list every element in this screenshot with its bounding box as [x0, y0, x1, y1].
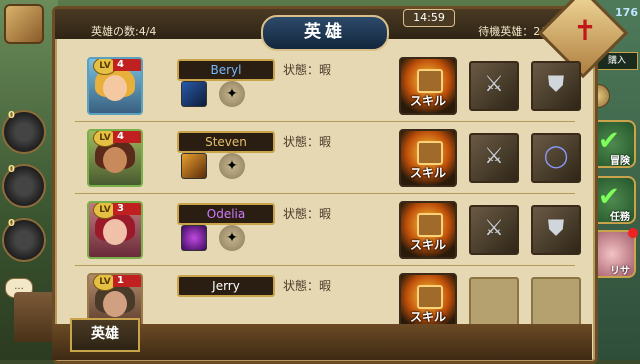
- hero-level: 3: [113, 203, 141, 215]
- lock-icon: [417, 213, 443, 237]
- row-divider: [75, 193, 575, 194]
- sword-icon: ⚔: [484, 144, 504, 169]
- tab-heroes[interactable]: 英雄: [70, 318, 140, 352]
- skill-button[interactable]: スキル: [399, 57, 457, 115]
- ability-slot-icon[interactable]: ✦: [219, 81, 245, 107]
- ability-slot-icon[interactable]: ✦: [219, 153, 245, 179]
- armor-slot[interactable]: ⛊: [531, 205, 581, 255]
- ability-slot-icon[interactable]: ✦: [219, 225, 245, 251]
- quest-label: 任務: [610, 212, 630, 223]
- hero-panel: 英雄の数:4/4 英雄 14:59 待機英雄：2/3 ✝ LV 4 Beryl …: [52, 0, 629, 364]
- hero-face: [103, 147, 127, 173]
- hero-row[interactable]: LV 4 Steven 状態：暇 ✦ スキル ⚔ ◯: [79, 125, 581, 189]
- hero-face: [103, 291, 127, 317]
- hero-count: 英雄の数:4/4: [91, 25, 157, 38]
- armor-slot[interactable]: ⛊: [531, 61, 581, 111]
- hero-name: Steven: [177, 131, 275, 153]
- skill-button[interactable]: スキル: [399, 129, 457, 187]
- hero-status: 状態：暇: [283, 279, 332, 293]
- hero-portrait[interactable]: LV 3: [87, 201, 143, 259]
- left-slot-count: 0: [8, 110, 15, 121]
- hero-portrait[interactable]: LV 4: [87, 129, 143, 187]
- building-icon: [14, 292, 54, 342]
- armor-icon: ⛊: [547, 216, 565, 241]
- hero-portrait[interactable]: LV 4: [87, 57, 143, 115]
- armor-slot-empty[interactable]: [531, 277, 581, 327]
- hero-row[interactable]: LV 3 Odelia 状態：暇 ✦ スキル ⚔ ⛊: [79, 197, 581, 261]
- skill-button[interactable]: スキル: [399, 201, 457, 259]
- hero-name: Beryl: [177, 59, 275, 81]
- sword-icon: ✝: [573, 13, 597, 47]
- currency-count: 176: [615, 6, 638, 19]
- hero-name: Jerry: [177, 275, 275, 297]
- skill-label: スキル: [409, 166, 446, 180]
- armor-icon: ⛊: [547, 72, 565, 97]
- row-divider: [75, 265, 575, 266]
- hero-status: 状態：暇: [283, 135, 332, 149]
- ability-icon[interactable]: [181, 225, 207, 251]
- player-avatar[interactable]: [4, 4, 44, 44]
- lisa-label: リサ: [610, 266, 630, 277]
- ability-icon[interactable]: [181, 153, 207, 179]
- clock: 14:59: [403, 9, 455, 27]
- hero-name: Odelia: [177, 203, 275, 225]
- row-divider: [75, 121, 575, 122]
- weapon-slot[interactable]: ⚔: [469, 61, 519, 111]
- ability-icon[interactable]: [181, 81, 207, 107]
- skill-label: スキル: [409, 238, 446, 252]
- lock-icon: [417, 69, 443, 93]
- weapon-slot-empty[interactable]: [469, 277, 519, 327]
- lock-icon: [417, 141, 443, 165]
- weapon-slot[interactable]: ⚔: [469, 205, 519, 255]
- skill-label: スキル: [409, 310, 446, 324]
- hero-status: 状態：暇: [283, 207, 332, 221]
- skill-button[interactable]: スキル: [399, 273, 457, 331]
- ring-icon: ◯: [543, 144, 569, 169]
- hero-row[interactable]: LV 4 Beryl 状態：暇 ✦ スキル ⚔ ⛊: [79, 53, 581, 117]
- notification-dot: [628, 228, 638, 238]
- hero-level: 4: [113, 59, 141, 71]
- sword-icon: ⚔: [484, 216, 504, 241]
- weapon-slot[interactable]: ⚔: [469, 133, 519, 183]
- accessory-slot[interactable]: ◯: [531, 133, 581, 183]
- sword-icon: ⚔: [484, 72, 504, 97]
- left-slot-count: 0: [8, 164, 15, 175]
- left-side-panel: 0 0 0 ...: [0, 0, 58, 360]
- lock-icon: [417, 285, 443, 309]
- page-title: 英雄: [261, 15, 389, 51]
- left-slot-count: 0: [8, 218, 15, 229]
- hero-face: [103, 219, 127, 245]
- adventure-label: 冒険: [610, 156, 630, 167]
- hero-face: [103, 75, 127, 101]
- hero-status: 状態：暇: [283, 63, 332, 77]
- hero-level: 4: [113, 131, 141, 143]
- hero-level: 1: [113, 275, 141, 287]
- skill-label: スキル: [409, 94, 446, 108]
